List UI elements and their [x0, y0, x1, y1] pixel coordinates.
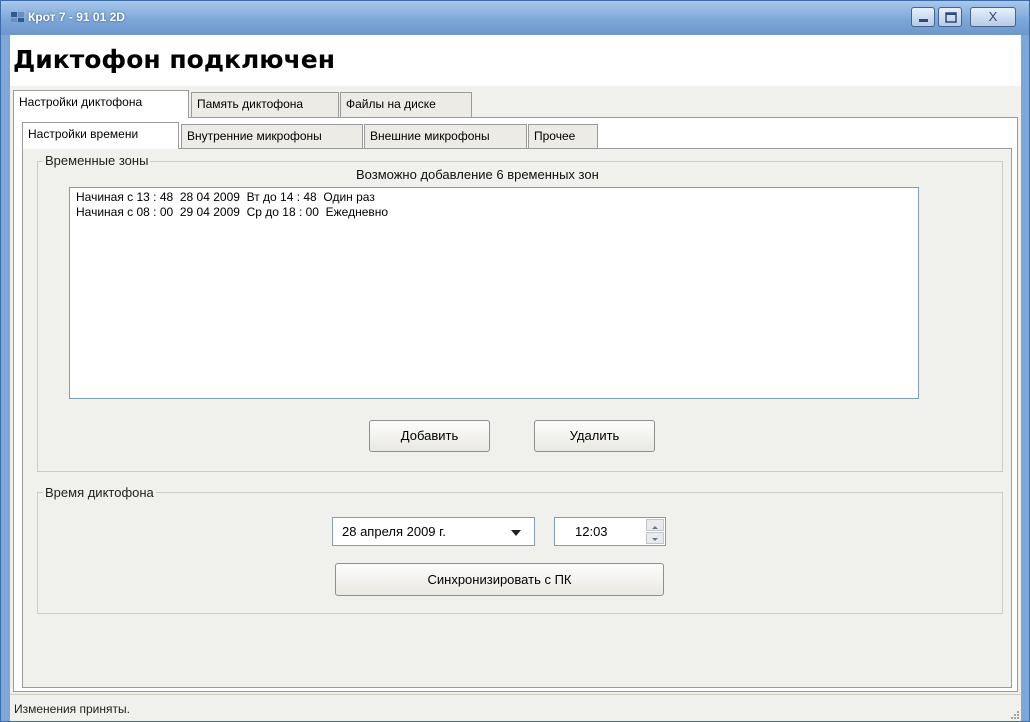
spin-down-button[interactable]	[646, 532, 664, 544]
tab-label: Внешние микрофоны	[370, 129, 490, 143]
list-item[interactable]: Начиная с 08 : 00 29 04 2009 Ср до 18 : …	[76, 205, 912, 220]
add-button[interactable]: Добавить	[369, 420, 490, 452]
recorder-time-label: Время диктофона	[43, 485, 156, 500]
delete-button[interactable]: Удалить	[534, 420, 655, 452]
status-text: Изменения приняты.	[14, 702, 130, 716]
tab-time-settings[interactable]: Настройки времени	[22, 122, 179, 149]
minimize-icon	[919, 19, 928, 22]
minimize-button[interactable]	[911, 7, 935, 27]
time-zones-label: Временные зоны	[43, 153, 151, 168]
title-bar[interactable]: Крот 7 - 91 01 2D X	[1, 1, 1029, 35]
add-button-label: Добавить	[400, 428, 459, 443]
spin-up-button[interactable]	[646, 519, 664, 531]
delete-button-label: Удалить	[569, 428, 620, 443]
app-window: Крот 7 - 91 01 2D X Диктофон подключен Н…	[0, 0, 1030, 722]
chevron-down-icon	[652, 538, 658, 541]
tab-label: Настройки времени	[28, 127, 139, 141]
tab-disk-files[interactable]: Файлы на диске	[340, 92, 472, 117]
time-zones-info: Возможно добавление 6 временных зон	[356, 167, 599, 182]
time-input[interactable]: 12:03	[554, 517, 666, 546]
close-icon: X	[988, 9, 998, 24]
dropdown-arrow-icon[interactable]	[511, 530, 521, 536]
chevron-up-icon	[652, 526, 658, 529]
maximize-icon	[945, 12, 957, 23]
tab-external-mics[interactable]: Внешние микрофоны	[364, 124, 527, 148]
right-frame	[1021, 35, 1029, 721]
resize-grip-icon[interactable]	[1009, 709, 1019, 719]
sync-button-label: Синхронизировать с ПК	[427, 572, 572, 587]
tab-other[interactable]: Прочее	[528, 124, 598, 148]
tab-label: Память диктофона	[197, 97, 304, 111]
tab-label: Файлы на диске	[346, 97, 436, 111]
date-picker[interactable]: 28 апреля 2009 г.	[332, 517, 535, 546]
app-icon	[11, 12, 24, 22]
maximize-button[interactable]	[938, 7, 962, 27]
tab-label: Внутренние микрофоны	[187, 129, 322, 143]
time-spinner	[646, 519, 664, 544]
status-bar: Изменения приняты.	[10, 694, 1021, 721]
left-frame	[1, 35, 10, 721]
window-title: Крот 7 - 91 01 2D	[28, 10, 125, 24]
page-title: Диктофон подключен	[13, 45, 335, 74]
sync-with-pc-button[interactable]: Синхронизировать с ПК	[335, 563, 664, 596]
tab-label: Настройки диктофона	[19, 95, 143, 109]
tab-recorder-memory[interactable]: Память диктофона	[191, 92, 339, 117]
tab-label: Прочее	[534, 129, 576, 143]
close-button[interactable]: X	[970, 7, 1016, 27]
time-value: 12:03	[575, 524, 608, 539]
tab-recorder-settings[interactable]: Настройки диктофона	[13, 90, 189, 118]
list-item[interactable]: Начиная с 13 : 48 28 04 2009 Вт до 14 : …	[76, 190, 912, 205]
time-zones-list[interactable]: Начиная с 13 : 48 28 04 2009 Вт до 14 : …	[69, 187, 919, 399]
tab-internal-mics[interactable]: Внутренние микрофоны	[181, 124, 363, 148]
date-value: 28 апреля 2009 г.	[342, 524, 446, 539]
